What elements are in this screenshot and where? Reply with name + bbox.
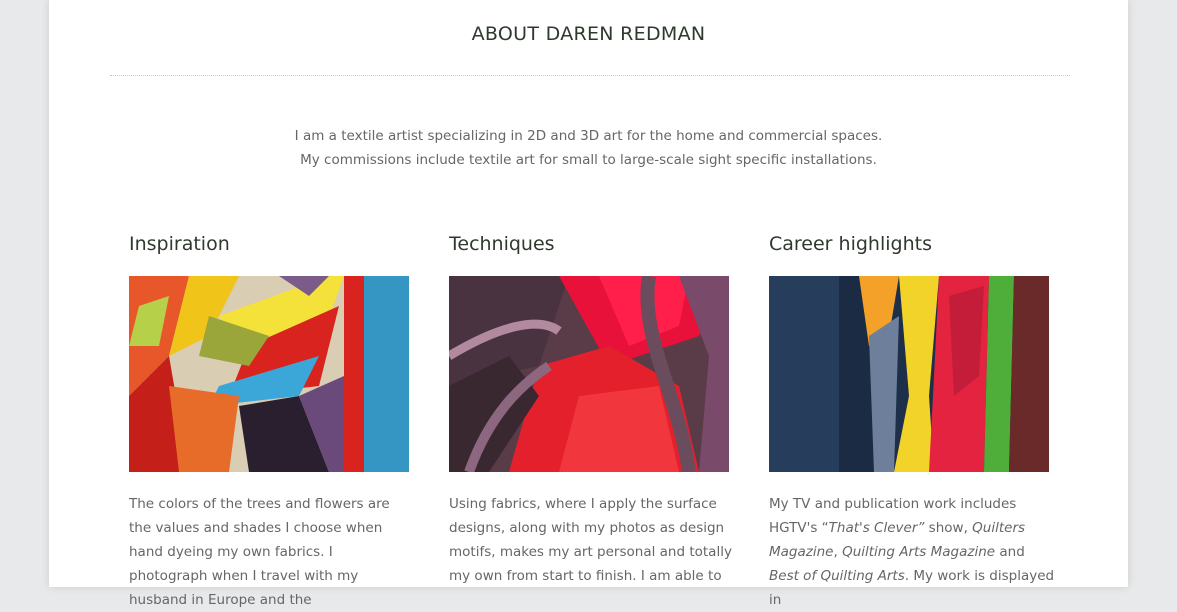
career-text: My TV and publication work includes HGTV…: [769, 492, 1055, 612]
about-page: ABOUT DAREN REDMAN I am a textile artist…: [49, 0, 1128, 608]
inspiration-text: The colors of the trees and flowers are …: [129, 496, 390, 608]
inspiration-artwork-image: [129, 276, 409, 472]
intro-text: I am a textile artist specializing in 2D…: [49, 124, 1128, 172]
title-divider: [110, 75, 1070, 76]
inspiration-heading: Inspiration: [129, 233, 230, 255]
career-column: Career highlights My TV and publication …: [769, 233, 1059, 612]
career-publication-2: Quilting Arts Magazine: [842, 544, 996, 560]
career-text-part-4: and: [995, 544, 1025, 560]
inspiration-column: Inspiration The colors of the trees and …: [129, 233, 419, 612]
page-title: ABOUT DAREN REDMAN: [471, 23, 706, 45]
career-heading: Career highlights: [769, 233, 932, 255]
techniques-column: Techniques Using fabrics, where I apply …: [449, 233, 739, 588]
intro-line-1: I am a textile artist specializing in 2D…: [294, 128, 883, 144]
techniques-heading: Techniques: [449, 233, 555, 255]
techniques-artwork-image: [449, 276, 729, 472]
career-show-title: That's Clever”: [828, 520, 925, 536]
career-text-part-2: show,: [924, 520, 973, 536]
career-publication-3: Best of Quilting Arts: [769, 568, 905, 584]
career-artwork-image: [769, 276, 1049, 472]
techniques-text: Using fabrics, where I apply the surface…: [449, 496, 732, 584]
career-text-part-3: ,: [833, 544, 843, 560]
intro-line-2: My commissions include textile art for s…: [300, 152, 877, 168]
